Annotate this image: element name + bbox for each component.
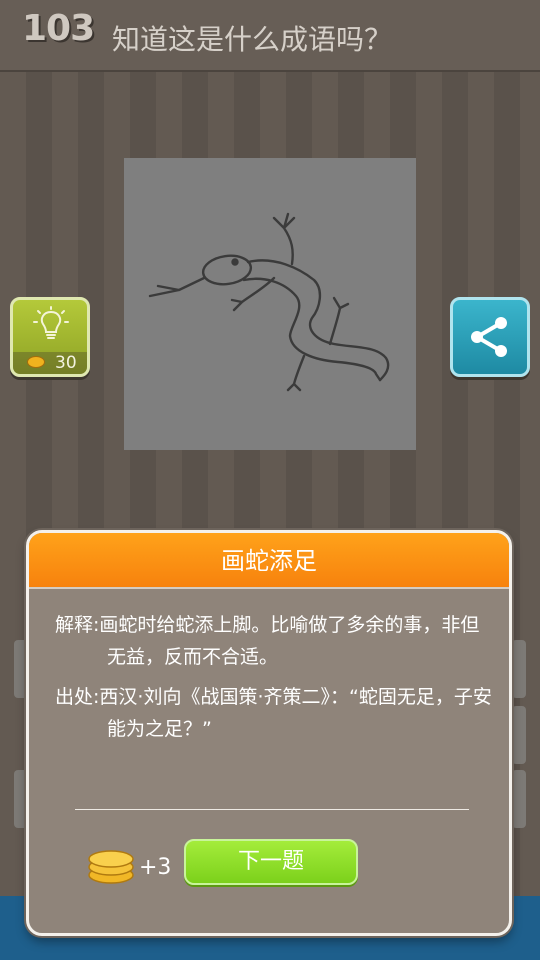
share-icon xyxy=(471,317,507,357)
dialog-title: 画蛇添足 xyxy=(29,533,509,589)
answer-dialog: 画蛇添足 解释:画蛇时给蛇添上脚。比喻做了多余的事，非但无益，反而不合适。 出处… xyxy=(26,530,512,936)
lightbulb-icon xyxy=(33,306,69,339)
explanation-text: 画蛇时给蛇添上脚。比喻做了多余的事，非但无益，反而不合适。 xyxy=(99,614,480,668)
hint-button[interactable]: 30 xyxy=(10,297,90,377)
next-question-button[interactable]: 下一题 xyxy=(184,839,358,885)
source-label: 出处: xyxy=(55,686,100,708)
puzzle-image xyxy=(124,158,416,450)
header-bar: 103 知道这是什么成语吗？ xyxy=(0,0,540,72)
hint-cost-badge: 30 xyxy=(13,352,87,374)
answer-tile xyxy=(512,706,526,764)
coins-icon xyxy=(88,850,134,884)
question-text: 知道这是什么成语吗？ xyxy=(112,23,393,56)
level-number: 103 xyxy=(22,8,95,49)
explanation-paragraph: 解释:画蛇时给蛇添上脚。比喻做了多余的事，非但无益，反而不合适。 xyxy=(55,609,495,673)
hint-cost-value: 30 xyxy=(55,353,77,373)
share-button[interactable] xyxy=(450,297,530,377)
source-paragraph: 出处:西汉·刘向《战国策·齐策二》：“蛇固无足，子安能为之足？” xyxy=(55,681,495,745)
explanation-label: 解释: xyxy=(55,614,100,636)
idiom-details: 解释:画蛇时给蛇添上脚。比喻做了多余的事，非但无益，反而不合适。 出处:西汉·刘… xyxy=(55,609,495,745)
reward-amount: +3 xyxy=(139,855,172,880)
source-text: 西汉·刘向《战国策·齐策二》：“蛇固无足，子安能为之足？” xyxy=(99,686,492,740)
divider xyxy=(75,809,469,810)
coin-icon xyxy=(27,356,45,368)
answer-tile xyxy=(512,640,526,698)
snake-with-legs-drawing xyxy=(148,212,390,392)
answer-tile xyxy=(512,770,526,828)
